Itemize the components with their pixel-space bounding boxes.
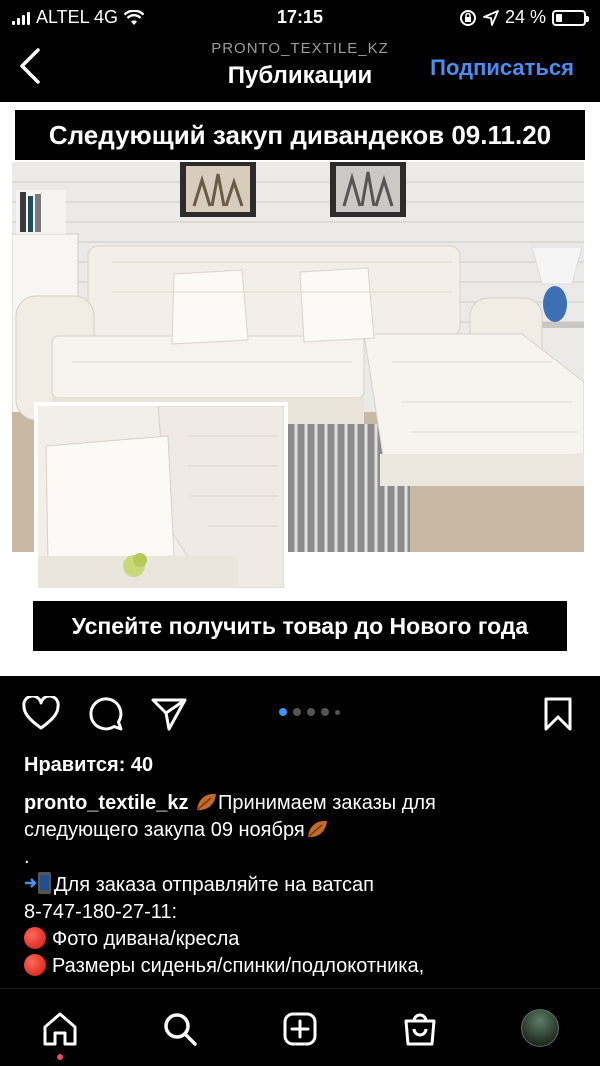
carousel-dot bbox=[279, 708, 287, 716]
carousel-dot bbox=[293, 708, 301, 716]
caption-line-6: Фото дивана/кресла bbox=[52, 928, 240, 950]
send-icon[interactable] bbox=[150, 696, 188, 732]
caption-line-2: следующего закупа 09 ноября bbox=[24, 819, 305, 841]
header: PRONTO_TEXTILE_KZ Публикации Подписаться bbox=[0, 34, 600, 102]
bottom-nav bbox=[0, 988, 600, 1066]
carousel-dot bbox=[321, 708, 329, 716]
status-right: 24 % bbox=[459, 7, 589, 28]
plus-square-icon[interactable] bbox=[282, 1011, 318, 1047]
bookmark-icon[interactable] bbox=[542, 696, 574, 732]
caption-username[interactable]: pronto_textile_kz bbox=[24, 792, 188, 814]
battery-percent: 24 % bbox=[504, 7, 546, 27]
profile-avatar[interactable] bbox=[521, 1009, 559, 1047]
location-icon bbox=[483, 9, 499, 26]
caption-line-1: Принимаем заказы для bbox=[218, 792, 436, 814]
red-circle-icon bbox=[24, 927, 46, 949]
caption-line-5: 8-747-180-27-11: bbox=[24, 901, 178, 923]
caption-line-4: Для заказа отправляйте на ватсап bbox=[54, 874, 374, 896]
heart-icon[interactable] bbox=[22, 696, 60, 732]
home-icon[interactable] bbox=[42, 1011, 78, 1047]
follow-button[interactable]: Подписаться bbox=[430, 55, 574, 81]
post-image[interactable]: Следующий закуп дивандеков 09.11.20 Успе… bbox=[0, 102, 600, 676]
home-active-dot bbox=[57, 1054, 63, 1060]
battery-icon bbox=[552, 9, 589, 26]
fallen-leaf-icon bbox=[196, 793, 217, 811]
status-bar: ALTEL 4G 17:15 24 % bbox=[0, 0, 600, 34]
carousel-indicator bbox=[279, 708, 340, 716]
shopping-bag-icon[interactable] bbox=[402, 1011, 438, 1047]
post-actions bbox=[0, 676, 600, 752]
orientation-lock-icon bbox=[459, 9, 476, 26]
carousel-dot bbox=[307, 708, 315, 716]
inset-photo bbox=[34, 402, 288, 592]
red-circle-icon bbox=[24, 954, 46, 976]
banner-top: Следующий закуп дивандеков 09.11.20 bbox=[15, 110, 585, 160]
caption-line-7: Размеры сиденья/спинки/подлокотника, bbox=[52, 955, 425, 977]
post-caption: pronto_textile_kz Принимаем заказы для с… bbox=[24, 790, 584, 986]
mobile-arrow-icon bbox=[25, 872, 51, 894]
carousel-dot bbox=[335, 709, 340, 715]
fallen-leaf-icon bbox=[307, 820, 327, 838]
banner-bottom: Успейте получить товар до Нового года bbox=[33, 601, 567, 651]
caption-line-3: . bbox=[24, 846, 30, 868]
comment-icon[interactable] bbox=[88, 696, 124, 732]
search-icon[interactable] bbox=[162, 1011, 198, 1047]
likes-count[interactable]: Нравится: 40 bbox=[24, 754, 153, 777]
